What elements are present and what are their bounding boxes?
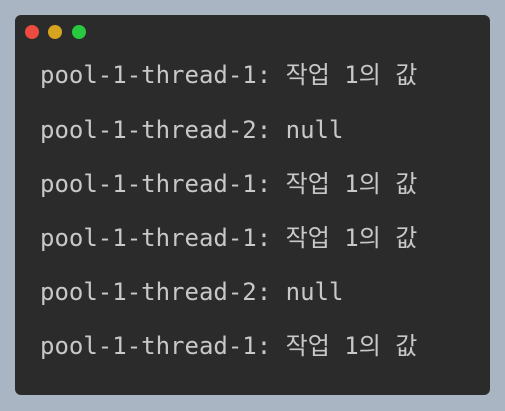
terminal-window: pool-1-thread-1: 작업 1의 값 pool-1-thread-2… (15, 15, 490, 395)
output-line: pool-1-thread-1: 작업 1의 값 (40, 61, 418, 89)
output-line: pool-1-thread-1: 작업 1의 값 (40, 224, 418, 252)
zoom-button[interactable] (72, 25, 86, 39)
output-line: pool-1-thread-1: 작업 1의 값 (40, 170, 418, 198)
output-line: pool-1-thread-2: null (40, 278, 344, 306)
console-output: pool-1-thread-1: 작업 1의 값 pool-1-thread-2… (40, 55, 480, 363)
minimize-button[interactable] (48, 25, 62, 39)
output-line: pool-1-thread-1: 작업 1의 값 (40, 332, 418, 360)
close-button[interactable] (25, 25, 39, 39)
output-line: pool-1-thread-2: null (40, 116, 344, 144)
window-titlebar (15, 15, 490, 49)
